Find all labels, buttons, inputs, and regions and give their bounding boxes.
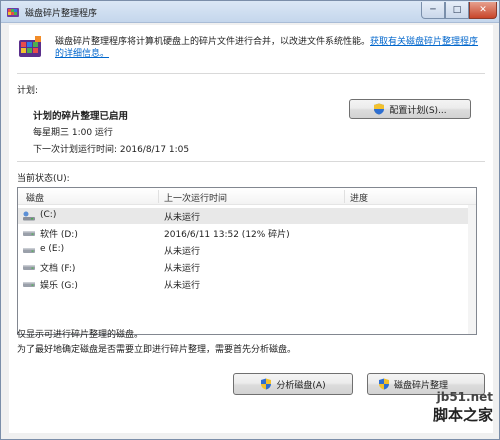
disk-name: 娱乐 (G:): [40, 281, 78, 291]
schedule-label: 计划:: [17, 86, 39, 96]
disk-row[interactable]: 软件 (D:) 2016/6/11 13:52 (12% 碎片): [18, 225, 468, 241]
disk-last-run: 2016/6/11 13:52 (12% 碎片): [164, 230, 290, 240]
configure-schedule-button[interactable]: 配置计划(S)...: [349, 99, 471, 119]
column-disk[interactable]: 磁盘: [26, 191, 44, 204]
disk-row[interactable]: 文档 (F:) 从未运行: [18, 259, 468, 275]
note-defrag-only: 仅显示可进行碎片整理的磁盘。: [17, 330, 144, 340]
uac-shield-icon: [261, 378, 272, 390]
title-bar[interactable]: 磁盘碎片整理程序 ─ □ ✕: [1, 1, 499, 23]
current-status-label: 当前状态(U):: [17, 174, 70, 184]
header-divider: [17, 73, 485, 74]
defrag-header-icon: [19, 36, 41, 57]
analyze-disk-button[interactable]: 分析磁盘(A): [233, 373, 353, 395]
site-watermark: jb51.net 脚本之家: [433, 390, 493, 425]
disk-row[interactable]: e (E:) 从未运行: [18, 242, 468, 258]
uac-shield-icon: [374, 103, 385, 115]
content-panel: 磁盘碎片整理程序将计算机硬盘上的碎片文件进行合并，以改进文件系统性能。获取有关磁…: [9, 25, 493, 433]
disk-name: 文档 (F:): [40, 264, 76, 274]
intro-description: 磁盘碎片整理程序将计算机硬盘上的碎片文件进行合并，以改进文件系统性能。获取有关磁…: [55, 36, 485, 60]
disk-last-run: 从未运行: [164, 264, 201, 274]
defrag-app-icon: [7, 8, 19, 17]
disk-name: 软件 (D:): [40, 230, 78, 240]
window-title: 磁盘碎片整理程序: [25, 9, 98, 19]
intro-text: 磁盘碎片整理程序将计算机硬盘上的碎片文件进行合并，以改进文件系统性能。: [55, 37, 371, 47]
disk-list-header: 磁盘 上一次运行时间 进度: [18, 188, 476, 205]
disk-last-run: 从未运行: [164, 213, 201, 223]
schedule-frequency: 每星期三 1:00 运行: [33, 128, 113, 138]
disk-name: e (E:): [40, 244, 65, 254]
uac-shield-icon: [379, 378, 389, 390]
disk-row[interactable]: (C:) 从未运行: [18, 208, 468, 224]
disk-list[interactable]: 磁盘 上一次运行时间 进度 (C:) 从未运行 软件 (D:) 2016/6/1…: [17, 187, 477, 335]
column-separator: [344, 190, 345, 203]
disk-last-run: 从未运行: [164, 281, 201, 291]
schedule-divider: [17, 161, 485, 162]
column-separator: [158, 190, 159, 203]
defrag-window: 磁盘碎片整理程序 ─ □ ✕ 磁盘碎片整理程序将计算机硬盘上的碎片文件进行合并，…: [0, 0, 500, 440]
drive-icon: [23, 231, 35, 236]
watermark-site-name: 脚本之家: [432, 406, 493, 424]
close-button[interactable]: ✕: [469, 2, 497, 19]
defragment-disk-label: 磁盘碎片整理: [394, 380, 449, 391]
schedule-status: 计划的碎片整理已启用: [33, 111, 129, 122]
disk-name: (C:): [40, 210, 57, 220]
column-last-run[interactable]: 上一次运行时间: [164, 191, 227, 204]
minimize-button[interactable]: ─: [421, 2, 445, 19]
maximize-button[interactable]: □: [445, 2, 469, 19]
drive-icon: [23, 248, 35, 253]
configure-schedule-label: 配置计划(S)...: [389, 105, 447, 116]
analyze-disk-label: 分析磁盘(A): [276, 380, 326, 391]
system-drive-icon: [23, 211, 35, 221]
watermark-url: jb51.net: [436, 390, 493, 404]
disk-last-run: 从未运行: [164, 247, 201, 257]
disk-row[interactable]: 娱乐 (G:) 从未运行: [18, 276, 468, 292]
note-analyze-first: 为了最好地确定磁盘是否需要立即进行碎片整理，需要首先分析磁盘。: [17, 345, 297, 355]
schedule-next-run: 下一次计划运行时间: 2016/8/17 1:05: [33, 145, 190, 155]
disk-list-scrollbar[interactable]: [468, 205, 476, 334]
drive-icon: [23, 265, 35, 270]
drive-icon: [23, 282, 35, 287]
column-progress[interactable]: 进度: [350, 191, 368, 204]
